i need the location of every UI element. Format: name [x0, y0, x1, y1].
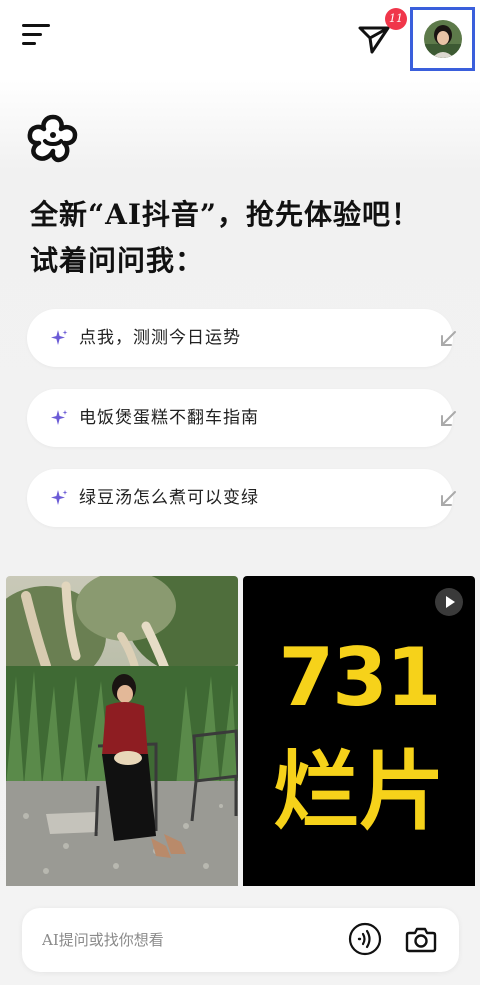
suggestion-chip[interactable]: 点我，测测今日运势 [27, 309, 456, 367]
sparkle-icon [51, 410, 68, 425]
headline-line-2: 试着问问我： [30, 244, 205, 277]
top-bar: 11 [0, 0, 480, 80]
welcome-headline: 全新“AI抖音”，抢先体验吧！ 试着问问我： [30, 192, 470, 284]
sparkle-icon [51, 490, 68, 505]
arrow-down-left-icon [441, 491, 456, 506]
suggestion-chip[interactable]: 绿豆汤怎么煮可以变绿 [27, 469, 456, 527]
ai-search-input[interactable] [42, 908, 342, 972]
suggestion-text: 点我，测测今日运势 [79, 328, 241, 348]
play-icon[interactable] [435, 588, 463, 616]
headline-line-1: 全新“AI抖音”，抢先体验吧！ [30, 198, 421, 231]
photo-thumbnail [6, 576, 238, 886]
sparkle-icon [51, 330, 68, 345]
profile-avatar-button[interactable] [410, 7, 475, 71]
suggestion-chip[interactable]: 电饭煲蛋糕不翻车指南 [27, 389, 456, 447]
arrow-down-left-icon [441, 411, 456, 426]
feed-card-video[interactable]: 731 烂片 [243, 576, 475, 886]
video-cover-number: 731 [278, 631, 442, 724]
video-cover-title: 烂片 [273, 742, 445, 842]
ai-search-bar [22, 908, 459, 972]
suggestion-text: 电饭煲蛋糕不翻车指南 [79, 408, 259, 428]
feed-card-photo[interactable] [6, 576, 238, 886]
voice-wave-icon[interactable] [348, 922, 382, 956]
arrow-down-left-icon [441, 331, 456, 346]
hamburger-menu-icon[interactable] [22, 22, 54, 48]
suggestion-text: 绿豆汤怎么煮可以变绿 [79, 488, 259, 508]
camera-icon[interactable] [404, 922, 438, 956]
user-avatar [423, 20, 462, 58]
notification-badge: 11 [385, 8, 407, 30]
flower-logo-icon [25, 111, 81, 167]
